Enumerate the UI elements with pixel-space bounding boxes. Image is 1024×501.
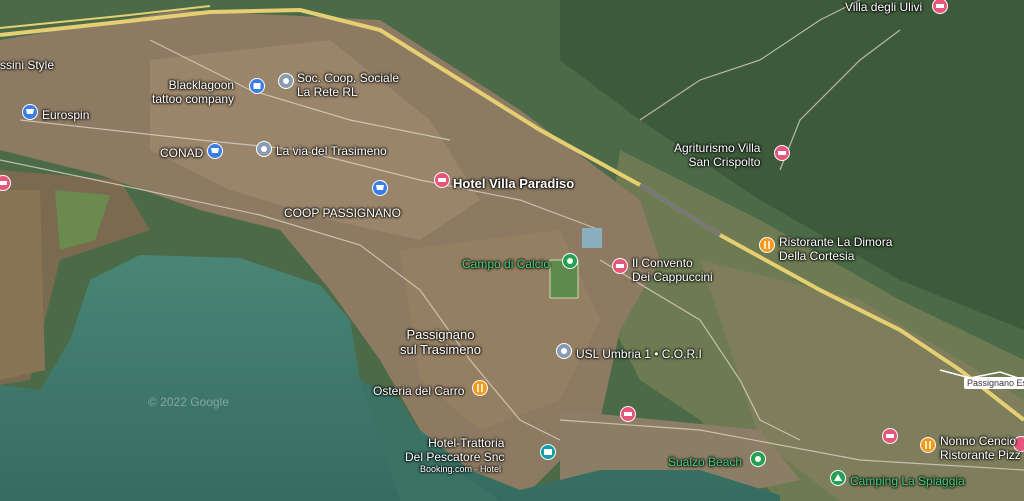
label-dimora[interactable]: Ristorante La Dimora Della Cortesia: [779, 235, 892, 263]
hotel-pin-convento[interactable]: [611, 258, 629, 276]
label-via-trasimeno[interactable]: La via del Trasimeno: [276, 144, 387, 158]
map-watermark: © 2022 Google: [148, 395, 229, 409]
label-villa-ulivi[interactable]: Villa degli Ulivi: [845, 0, 922, 14]
label-nonno[interactable]: Nonno Cencio Ristorante Pizz: [940, 434, 1021, 462]
hotel-pin-left-edge[interactable]: [0, 175, 12, 193]
label-soc-coop[interactable]: Soc. Coop. Sociale La Rete RL: [297, 71, 399, 99]
place-pin-via-trasimeno[interactable]: [255, 141, 273, 159]
label-booking: Booking.com · Hotel: [420, 464, 502, 474]
label-usl[interactable]: USL Umbria 1 • C.O.R.I: [576, 347, 702, 361]
label-agriturismo[interactable]: Agriturismo Villa San Crispolto: [674, 141, 760, 169]
label-conad[interactable]: CONAD: [160, 146, 203, 160]
label-eurospin[interactable]: Eurospin: [42, 108, 89, 122]
hotel-pin-villa-ulivi[interactable]: [931, 0, 949, 16]
label-camping[interactable]: Camping La Spiaggia: [850, 474, 965, 488]
shop-pin-blacklagoon[interactable]: [248, 78, 266, 96]
label-campo[interactable]: Campo di Calcio: [462, 257, 550, 271]
hotel-pin-lake[interactable]: [619, 406, 637, 424]
label-ssini-style[interactable]: ssini Style: [0, 58, 54, 72]
road-badge-passignano-est: Passignano Est: [964, 377, 1024, 389]
label-coop[interactable]: COOP PASSIGNANO: [284, 206, 401, 220]
place-pin-usl[interactable]: [555, 343, 573, 361]
restaurant-pin-dimora[interactable]: [758, 237, 776, 255]
label-hotel-trattoria[interactable]: Hotel-Trattoria Del Pescatore Snc: [405, 436, 504, 464]
shop-pin-conad[interactable]: [206, 143, 224, 161]
hotel-pin-paradiso[interactable]: [433, 172, 451, 190]
sport-pin-campo[interactable]: [561, 253, 579, 271]
label-blacklagoon[interactable]: Blacklagoon tattoo company: [152, 78, 234, 106]
place-pin-soc-coop[interactable]: [277, 73, 295, 91]
beach-pin-sualzo[interactable]: [749, 451, 767, 469]
label-passignano[interactable]: Passignano sul Trasimeno: [400, 327, 481, 357]
label-osteria[interactable]: Osteria del Carro: [373, 384, 464, 398]
label-sualzo[interactable]: Sualzo Beach: [668, 455, 742, 469]
hotel-pin-agriturismo[interactable]: [773, 145, 791, 163]
label-hotel-paradiso[interactable]: Hotel Villa Paradiso: [453, 176, 574, 191]
camping-pin[interactable]: [829, 470, 847, 488]
hotel-pin-nonno[interactable]: [881, 428, 899, 446]
restaurant-pin-nonno[interactable]: [919, 437, 937, 455]
shop-pin-eurospin[interactable]: [21, 104, 39, 122]
restaurant-pin-osteria[interactable]: [471, 380, 489, 398]
museum-pin[interactable]: [539, 444, 557, 462]
shop-pin-coop[interactable]: [371, 180, 389, 198]
label-convento[interactable]: Il Convento Dei Cappuccini: [632, 256, 713, 284]
